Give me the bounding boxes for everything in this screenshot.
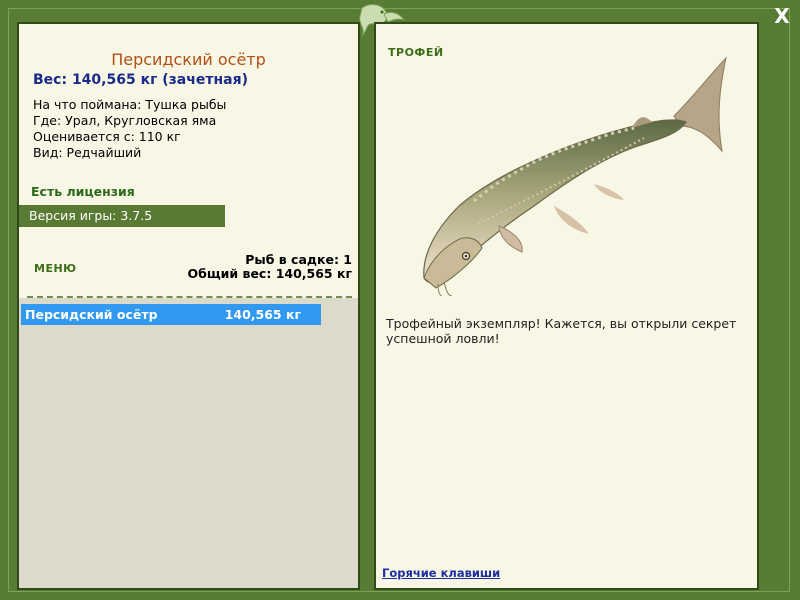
rarity-info: Вид: Редчайший — [33, 145, 142, 160]
catch-stats: Рыб в садке: 1 Общий вес: 140,565 кг — [188, 253, 353, 281]
fish-details: На что поймана: Тушка рыбы Где: Урал, Кр… — [33, 97, 226, 161]
location-info: Где: Урал, Кругловская яма — [33, 113, 217, 128]
catch-list: Персидский осётр 140,565 кг — [19, 298, 358, 588]
menu-button[interactable]: МЕНЮ — [34, 262, 77, 275]
list-item[interactable]: Персидский осётр 140,565 кг — [21, 304, 321, 325]
fish-title: Персидский осётр — [111, 50, 266, 69]
close-button[interactable]: X — [770, 4, 794, 28]
rating-info: Оценивается с: 110 кг — [33, 129, 181, 144]
trophy-panel: ТРОФЕЙ Трофейный экземпляр! Кажется, вы … — [374, 22, 759, 590]
close-icon[interactable]: X — [774, 4, 789, 28]
total-weight: Общий вес: 140,565 кг — [187, 266, 353, 281]
hotkeys-link[interactable]: Горячие клавиши — [382, 566, 500, 580]
sturgeon-image — [423, 56, 727, 296]
license-status: Есть лицензия — [31, 184, 135, 199]
fish-weight: Вес: 140,565 кг (зачетная) — [33, 72, 248, 88]
list-item-name: Персидский осётр — [25, 307, 158, 322]
fish-info-panel: Персидский осётр Вес: 140,565 кг (зачетн… — [17, 22, 360, 590]
fish-count: Рыб в садке: 1 — [245, 252, 352, 267]
list-item-weight: 140,565 кг — [224, 307, 301, 322]
bait-info: На что поймана: Тушка рыбы — [33, 97, 227, 112]
game-version: Версия игры: 3.7.5 — [19, 205, 225, 227]
trophy-description: Трофейный экземпляр! Кажется, вы открыли… — [386, 316, 737, 346]
